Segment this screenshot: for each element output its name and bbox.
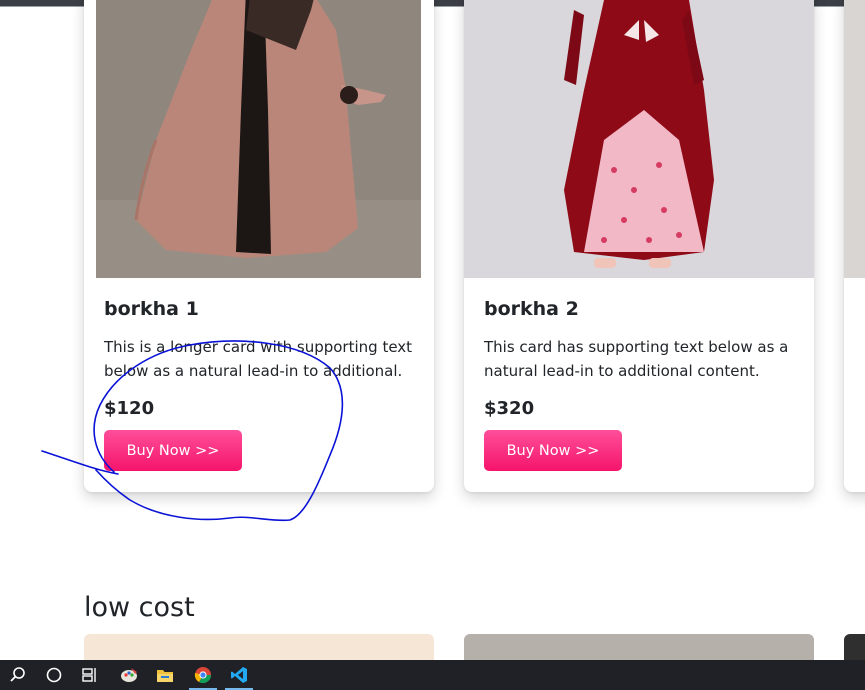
taskbar [0, 660, 865, 690]
product-description: This card has supporting text below as a… [484, 338, 789, 380]
product-card-borkha-1: borkha 1 This is a longer card with supp… [84, 0, 434, 492]
product-price: $120 [104, 398, 155, 419]
product-title: borkha 2 [484, 298, 579, 320]
product-image-borkha-2 [464, 0, 814, 278]
product-image-borkha-1 [96, 0, 421, 278]
product-title: borkha 1 [104, 298, 199, 320]
search-icon[interactable] [0, 660, 36, 690]
task-view-icon[interactable] [72, 660, 108, 690]
product-price: $320 [484, 398, 535, 419]
file-explorer-icon[interactable] [147, 660, 183, 690]
product-card-borkha-2: borkha 2 This card has supporting text b… [464, 0, 814, 492]
vscode-icon[interactable] [221, 660, 257, 690]
section-heading-low-cost: low cost [84, 592, 195, 623]
product-image-partial [844, 0, 865, 278]
paint-icon[interactable] [111, 660, 147, 690]
product-description: This is a longer card with supporting te… [104, 338, 413, 380]
cortana-icon[interactable] [36, 660, 72, 690]
product-card-partial [844, 0, 865, 492]
buy-now-button[interactable]: Buy Now >> [484, 430, 622, 471]
chrome-icon[interactable] [185, 660, 221, 690]
buy-now-button[interactable]: Buy Now >> [104, 430, 242, 471]
